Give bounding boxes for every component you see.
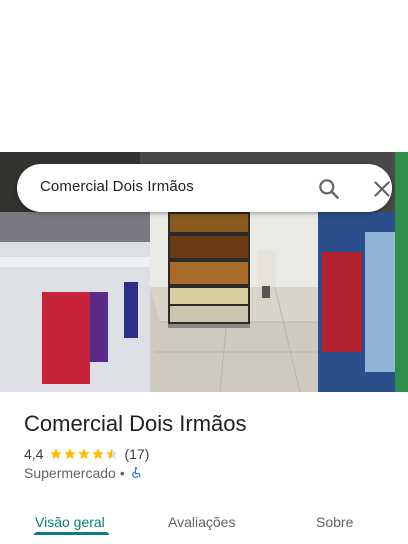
separator: • [119,465,125,481]
search-icon[interactable] [316,176,342,202]
category-row: Supermercado • [24,465,143,481]
place-title: Comercial Dois Irmãos [24,411,247,436]
rating-value: 4,4 [24,446,44,462]
star-rating [49,447,119,461]
active-tab-indicator [34,532,109,535]
place-info-panel: Comercial Dois Irmãos 4,4 (17) Supermerc… [0,392,408,544]
star-icon [50,448,63,460]
category-label: Supermercado [24,465,116,481]
rating-row[interactable]: 4,4 (17) [24,445,149,463]
star-icon [64,448,77,460]
tab-overview[interactable]: Visão geral [35,514,105,530]
search-input[interactable]: Comercial Dois Irmãos [40,178,194,195]
wheelchair-icon [131,467,141,479]
search-bar[interactable]: Comercial Dois Irmãos [17,164,392,212]
review-count[interactable]: (17) [124,446,149,462]
tab-about[interactable]: Sobre [316,514,353,530]
half-star-icon [106,448,119,460]
close-icon[interactable] [369,176,395,202]
star-icon [92,448,105,460]
map-background [0,0,408,152]
tab-bar: Visão geral Avaliações Sobre [0,502,408,544]
tab-reviews[interactable]: Avaliações [168,514,235,530]
star-icon [78,448,91,460]
